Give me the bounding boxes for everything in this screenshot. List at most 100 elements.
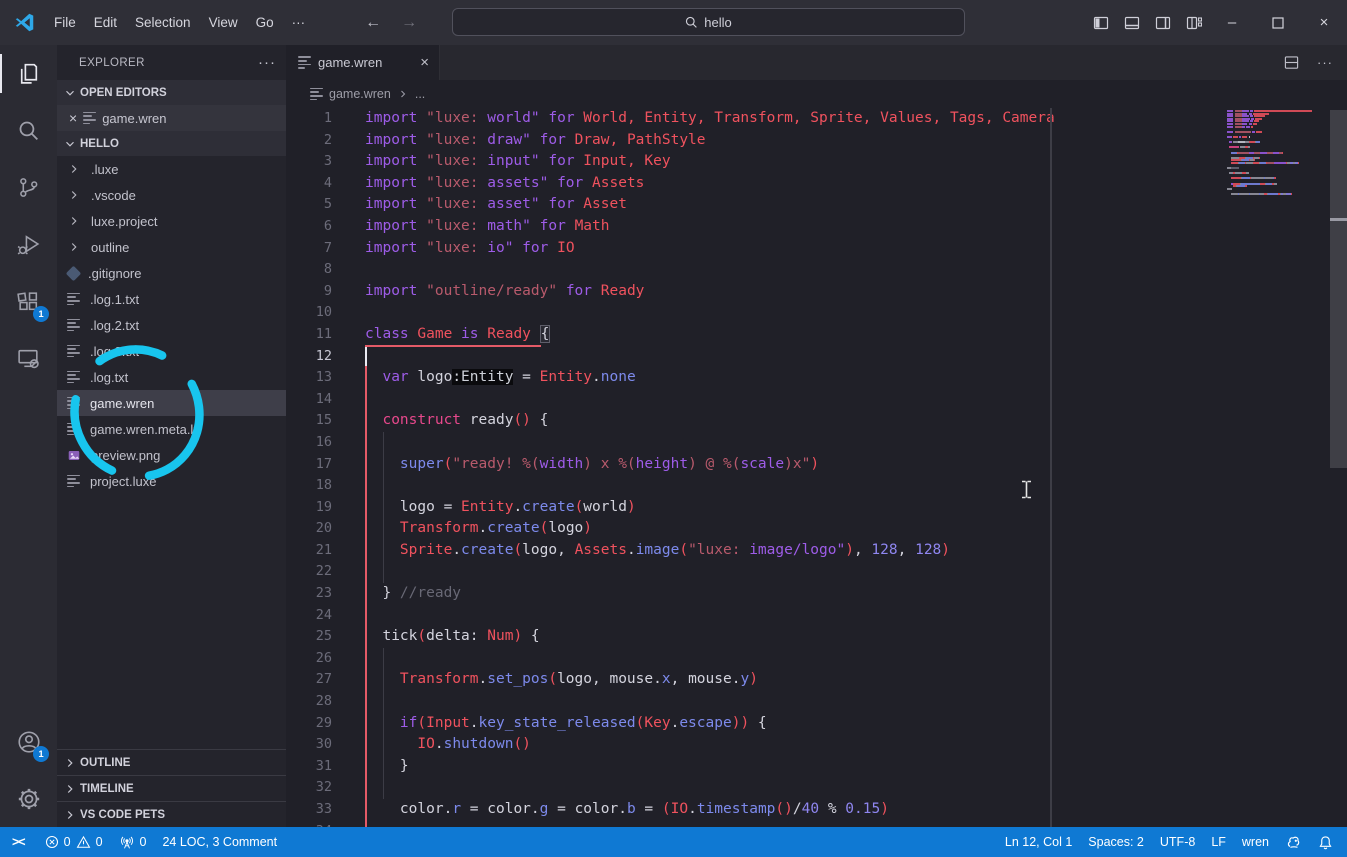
code-line-23[interactable]: 23 } //ready <box>286 583 1347 605</box>
ports-indicator[interactable]: 0 <box>111 827 155 857</box>
command-center-search[interactable]: hello <box>452 8 965 36</box>
tree-item--log-txt[interactable]: .log.txt <box>57 364 286 390</box>
menu-selection[interactable]: Selection <box>126 11 200 34</box>
code-line-6[interactable]: 6import "luxe: math" for Math <box>286 216 1347 238</box>
tree-item--log-1-txt[interactable]: .log.1.txt <box>57 286 286 312</box>
code-line-26[interactable]: 26 <box>286 648 1347 670</box>
menu-go[interactable]: Go <box>247 11 283 34</box>
activity-source-control-icon[interactable] <box>0 159 57 216</box>
code-line-20[interactable]: 20 Transform.create(logo) <box>286 518 1347 540</box>
tree-item-game-wren-meta-lx[interactable]: game.wren.meta.lx <box>57 416 286 442</box>
code-editor[interactable]: 1import "luxe: world" for World, Entity,… <box>286 108 1347 827</box>
menu-file[interactable]: File <box>45 11 85 34</box>
code-line-27[interactable]: 27 Transform.set_pos(logo, mouse.x, mous… <box>286 669 1347 691</box>
accounts-icon[interactable]: 1 <box>0 713 57 770</box>
code-line-11[interactable]: 11class Game is Ready { <box>286 324 1347 346</box>
language-mode[interactable]: wren <box>1234 835 1277 849</box>
code-line-8[interactable]: 8 <box>286 259 1347 281</box>
code-line-31[interactable]: 31 } <box>286 756 1347 778</box>
code-line-13[interactable]: 13 var logo:Entity = Entity.none <box>286 367 1347 389</box>
code-line-18[interactable]: 18 <box>286 475 1347 497</box>
problems-indicator[interactable]: 0 0 <box>37 827 111 857</box>
customize-layout-icon[interactable] <box>1178 0 1209 45</box>
code-line-7[interactable]: 7import "luxe: io" for IO <box>286 238 1347 260</box>
activity-search-icon[interactable] <box>0 102 57 159</box>
split-editor-icon[interactable] <box>1284 55 1299 70</box>
menu-edit[interactable]: Edit <box>85 11 126 34</box>
code-line-15[interactable]: 15 construct ready() { <box>286 410 1347 432</box>
menu-view[interactable]: View <box>200 11 247 34</box>
tree-item-preview-png[interactable]: preview.png <box>57 442 286 468</box>
toggle-secondary-sidebar-icon[interactable] <box>1147 0 1178 45</box>
toggle-primary-sidebar-icon[interactable] <box>1085 0 1116 45</box>
code-line-33[interactable]: 33 color.r = color.g = color.b = (IO.tim… <box>286 799 1347 821</box>
encoding[interactable]: UTF-8 <box>1152 835 1203 849</box>
code-line-28[interactable]: 28 <box>286 691 1347 713</box>
code-line-25[interactable]: 25 tick(delta: Num) { <box>286 626 1347 648</box>
code-line-9[interactable]: 9import "outline/ready" for Ready <box>286 281 1347 303</box>
code-line-14[interactable]: 14 <box>286 389 1347 411</box>
tree-item-project-luxe[interactable]: project.luxe <box>57 468 286 494</box>
cursor-position[interactable]: Ln 12, Col 1 <box>997 835 1080 849</box>
tree-item-game-wren[interactable]: game.wren <box>57 390 286 416</box>
remote-indicator[interactable]: >< <box>0 827 37 857</box>
code-line-3[interactable]: 3import "luxe: input" for Input, Key <box>286 151 1347 173</box>
tree-item--gitignore[interactable]: .gitignore <box>57 260 286 286</box>
menu-more[interactable]: ··· <box>283 11 315 34</box>
code-line-5[interactable]: 5import "luxe: asset" for Asset <box>286 194 1347 216</box>
tree-item-luxe-project[interactable]: luxe.project <box>57 208 286 234</box>
explorer-actions-icon[interactable]: ··· <box>258 54 276 71</box>
back-arrow-icon[interactable]: ← <box>362 14 384 32</box>
vscode-pets-squirrel-icon[interactable] <box>1277 834 1310 850</box>
eol-sequence[interactable]: LF <box>1203 835 1234 849</box>
section-vs-code-pets[interactable]: VS CODE PETS <box>57 801 286 827</box>
breadcrumb[interactable]: game.wren ... <box>286 80 1347 108</box>
code-line-19[interactable]: 19 logo = Entity.create(world) <box>286 497 1347 519</box>
maximize-button[interactable] <box>1255 0 1301 45</box>
activity-remote-explorer-icon[interactable] <box>0 330 57 387</box>
open-editor-game-wren[interactable]: × game.wren <box>57 105 286 131</box>
code-line-12[interactable]: 12 <box>286 346 1347 368</box>
code-line-32[interactable]: 32 <box>286 777 1347 799</box>
code-line-1[interactable]: 1import "luxe: world" for World, Entity,… <box>286 108 1347 130</box>
minimap[interactable] <box>1227 110 1319 198</box>
activity-run-debug-icon[interactable] <box>0 216 57 273</box>
tab-close-icon[interactable]: × <box>420 54 429 71</box>
activity-extensions-icon[interactable]: 1 <box>0 273 57 330</box>
more-actions-icon[interactable]: ··· <box>1317 55 1333 70</box>
folder-header-hello[interactable]: HELLO <box>57 131 286 156</box>
section-outline[interactable]: OUTLINE <box>57 749 286 775</box>
code-line-16[interactable]: 16 <box>286 432 1347 454</box>
forward-arrow-icon[interactable]: → <box>398 14 420 32</box>
code-line-17[interactable]: 17 super("ready! %(width) x %(height) @ … <box>286 454 1347 476</box>
editor-scrollbar[interactable] <box>1330 108 1347 827</box>
code-line-29[interactable]: 29 if(Input.key_state_released(Key.escap… <box>286 713 1347 735</box>
code-line-22[interactable]: 22 <box>286 561 1347 583</box>
activity-explorer-icon[interactable] <box>0 45 57 102</box>
code-line-4[interactable]: 4import "luxe: assets" for Assets <box>286 173 1347 195</box>
tree-item--vscode[interactable]: .vscode <box>57 182 286 208</box>
tree-item--log-3-txt[interactable]: .log.3.txt <box>57 338 286 364</box>
indentation[interactable]: Spaces: 2 <box>1080 835 1152 849</box>
code-line-21[interactable]: 21 Sprite.create(logo, Assets.image("lux… <box>286 540 1347 562</box>
notifications-bell-icon[interactable] <box>1310 835 1347 850</box>
loc-counter[interactable]: 24 LOC, 3 Comment <box>154 827 285 857</box>
line-number: 33 <box>286 799 332 821</box>
close-button[interactable]: × <box>1301 0 1347 45</box>
open-editors-header[interactable]: OPEN EDITORS <box>57 80 286 105</box>
toggle-panel-icon[interactable] <box>1116 0 1147 45</box>
code-line-30[interactable]: 30 IO.shutdown() <box>286 734 1347 756</box>
code-line-34[interactable]: 34 <box>286 821 1347 827</box>
scrollbar-thumb[interactable] <box>1330 110 1347 468</box>
code-line-2[interactable]: 2import "luxe: draw" for Draw, PathStyle <box>286 130 1347 152</box>
code-line-10[interactable]: 10 <box>286 302 1347 324</box>
tree-item--log-2-txt[interactable]: .log.2.txt <box>57 312 286 338</box>
section-timeline[interactable]: TIMELINE <box>57 775 286 801</box>
tab-game-wren[interactable]: game.wren × <box>286 45 440 80</box>
code-line-24[interactable]: 24 <box>286 605 1347 627</box>
tree-item--luxe[interactable]: .luxe <box>57 156 286 182</box>
tree-item-outline[interactable]: outline <box>57 234 286 260</box>
minimize-button[interactable]: – <box>1209 0 1255 45</box>
close-icon[interactable]: × <box>69 110 77 126</box>
settings-gear-icon[interactable] <box>0 770 57 827</box>
